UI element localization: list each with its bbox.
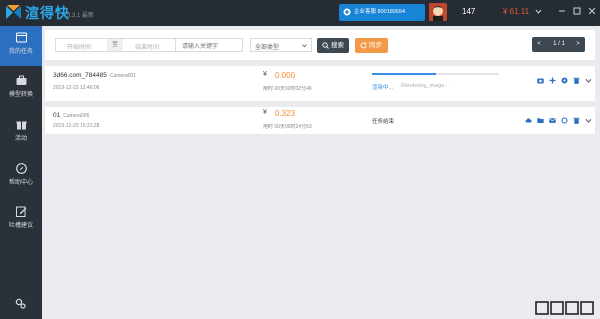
task-row[interactable]: 01 Camera006 2019-12-23 15:31:28 ¥ 0.323 … xyxy=(45,107,595,134)
sidebar-item-label: 模型转换 xyxy=(8,92,33,98)
avatar-image-icon xyxy=(429,3,447,21)
enterprise-service-label: 企业客服 800180554 xyxy=(354,9,406,15)
gear-icon[interactable] xyxy=(561,77,568,84)
recycle-icon[interactable] xyxy=(561,117,568,124)
minimize-icon[interactable] xyxy=(556,5,568,17)
settings-icon[interactable] xyxy=(15,298,26,309)
task-created-time: 2019-12-23 15:31:28 xyxy=(53,123,100,129)
currency-symbol: ¥ xyxy=(263,71,267,78)
compass-icon xyxy=(15,163,27,174)
sidebar-item-model-convert[interactable]: 模型转换 xyxy=(0,69,42,109)
sidebar-item-help-center[interactable]: 帮助中心 xyxy=(0,157,42,197)
gift-icon xyxy=(16,121,26,130)
maximize-icon[interactable] xyxy=(571,5,583,17)
briefcase-icon xyxy=(16,75,26,85)
mail-icon[interactable] xyxy=(549,117,556,124)
avatar[interactable] xyxy=(429,3,447,21)
task-duration: 用时 00天00时24分53 xyxy=(263,124,312,130)
headset-icon xyxy=(343,8,351,16)
refresh-icon xyxy=(360,42,367,49)
task-status: 渲染中... xyxy=(372,85,394,91)
task-list-icon xyxy=(15,32,27,43)
watermark-logo-icon xyxy=(535,301,594,315)
chevron-down-icon[interactable] xyxy=(585,77,592,84)
sidebar-item-label: 帮助中心 xyxy=(8,180,33,186)
page-prev-button[interactable]: < xyxy=(534,37,544,52)
camera-icon[interactable] xyxy=(537,77,544,84)
page-next-button[interactable]: > xyxy=(573,37,583,52)
task-status: 任务结束 xyxy=(372,119,395,125)
type-select-value: 全部类型 xyxy=(255,45,280,51)
chevron-down-icon[interactable] xyxy=(535,8,542,15)
page-indicator: 1 / 1 xyxy=(553,41,565,47)
sidebar-item-label: 我的任务 xyxy=(8,49,33,55)
sidebar-item-activity[interactable]: 活动 xyxy=(0,113,42,153)
sync-button[interactable]: 同步 xyxy=(355,38,388,53)
cloud-download-icon[interactable] xyxy=(525,117,532,124)
render-progress-fill xyxy=(372,73,436,75)
delete-icon[interactable] xyxy=(573,77,580,84)
keyword-search-input[interactable] xyxy=(175,38,243,52)
end-date-input[interactable]: 结束时间 xyxy=(135,42,159,51)
task-created-time: 2019-12-23 12:46:06 xyxy=(53,85,100,91)
date-separator: 至 xyxy=(107,39,123,51)
folder-icon[interactable] xyxy=(537,117,544,124)
task-substatus: Rendering_image... xyxy=(401,83,450,89)
chevron-down-icon[interactable] xyxy=(585,117,592,124)
render-progress-bar xyxy=(372,73,499,75)
task-camera: Camera001 xyxy=(109,73,136,79)
app-name: 渲得快 xyxy=(25,6,70,22)
task-cost: 0.323 xyxy=(275,109,296,118)
task-name: 01 Camera006 xyxy=(53,112,90,119)
currency-symbol: ¥ xyxy=(263,109,267,116)
sidebar-item-feedback[interactable]: 吐槽建议 xyxy=(0,200,42,240)
task-row[interactable]: 3d66.com_784485 Camera001 2019-12-23 12:4… xyxy=(45,66,595,101)
search-button-label: 搜索 xyxy=(331,42,344,49)
account-balance: ¥ 61.11 xyxy=(503,7,530,16)
sidebar-item-label: 活动 xyxy=(14,136,27,142)
sidebar-item-my-tasks[interactable]: 我的任务 xyxy=(0,26,42,66)
edit-icon xyxy=(15,206,26,217)
task-camera: Camera006 xyxy=(63,113,90,119)
pagination: < 1 / 1 > xyxy=(532,37,585,52)
start-date-input[interactable]: 开始时间 xyxy=(67,42,91,51)
task-name: 3d66.com_784485 Camera001 xyxy=(53,72,136,79)
app-logo-icon xyxy=(6,5,21,19)
search-icon xyxy=(322,42,329,49)
add-icon[interactable] xyxy=(549,77,556,84)
enterprise-service-button[interactable]: 企业客服 800180554 xyxy=(339,4,425,21)
sync-button-label: 同步 xyxy=(369,42,382,49)
delete-icon[interactable] xyxy=(573,117,580,124)
type-select[interactable]: 全部类型 xyxy=(250,38,312,52)
filter-bar: 开始时间 至 结束时间 全部类型 搜索 同步 < 1 / 1 > xyxy=(45,30,595,60)
sidebar-item-label: 吐槽建议 xyxy=(8,223,33,229)
user-id: 147 xyxy=(462,7,476,16)
task-duration: 用时 00天00时02分46 xyxy=(263,86,312,92)
close-icon[interactable] xyxy=(586,5,598,17)
title-bar: 渲得快 3.3.1 最新 企业客服 800180554 147 ¥ 61.11 xyxy=(0,0,600,26)
sidebar: 我的任务 模型转换 活动 帮助中心 吐槽建议 xyxy=(0,26,42,319)
chevron-down-icon xyxy=(302,44,307,48)
search-button[interactable]: 搜索 xyxy=(317,38,349,53)
task-cost: 0.000 xyxy=(275,71,296,80)
app-version: 3.3.1 最新 xyxy=(67,13,95,19)
